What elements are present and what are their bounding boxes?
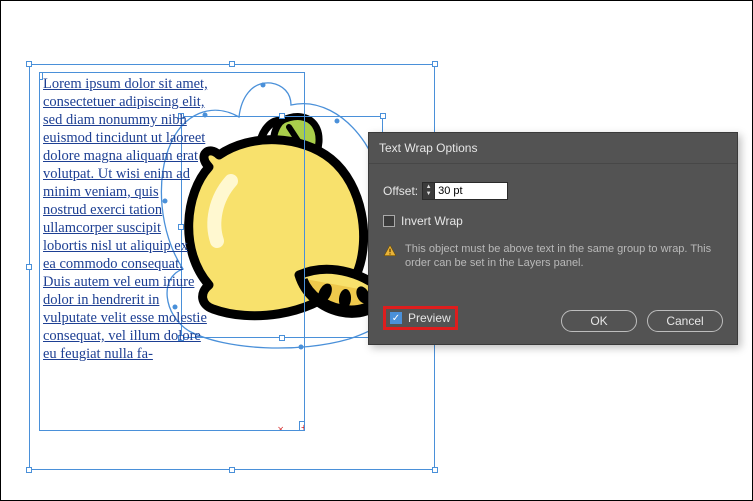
resize-handle[interactable]	[229, 61, 235, 67]
text-in-port[interactable]	[39, 72, 43, 80]
invert-wrap-label: Invert Wrap	[401, 214, 463, 228]
ok-button[interactable]: OK	[561, 310, 637, 332]
dialog-title: Text Wrap Options	[369, 133, 737, 164]
resize-handle[interactable]	[26, 61, 32, 67]
wrap-shape-float	[201, 75, 305, 355]
warning-icon	[383, 244, 397, 258]
canvas: × Lorem ipsum dolor sit amet, consectetu…	[1, 1, 752, 500]
spinner-arrows-icon[interactable]: ▲▼	[423, 183, 435, 199]
offset-label: Offset:	[383, 184, 418, 198]
overset-indicator: ×	[277, 420, 284, 431]
resize-handle[interactable]	[26, 264, 32, 270]
resize-handle[interactable]	[229, 467, 235, 473]
preview-option[interactable]: Preview	[383, 306, 458, 330]
text-wrap-options-dialog: Text Wrap Options Offset: ▲▼ Invert Wrap	[368, 132, 738, 345]
text-out-port[interactable]	[299, 421, 305, 431]
resize-handle[interactable]	[26, 467, 32, 473]
preview-label: Preview	[408, 311, 451, 325]
resize-handle[interactable]	[432, 61, 438, 67]
body-text[interactable]: Lorem ipsum dolor sit amet, consectetuer…	[43, 76, 208, 362]
resize-handle[interactable]	[380, 113, 386, 119]
warning-text: This object must be above text in the sa…	[405, 242, 723, 270]
cancel-button[interactable]: Cancel	[647, 310, 723, 332]
invert-wrap-checkbox[interactable]	[383, 215, 395, 227]
resize-handle[interactable]	[432, 467, 438, 473]
preview-checkbox[interactable]	[390, 312, 402, 324]
offset-spinner[interactable]: ▲▼	[422, 182, 508, 200]
text-frame[interactable]: × Lorem ipsum dolor sit amet, consectetu…	[39, 72, 305, 431]
offset-input[interactable]	[435, 183, 507, 199]
